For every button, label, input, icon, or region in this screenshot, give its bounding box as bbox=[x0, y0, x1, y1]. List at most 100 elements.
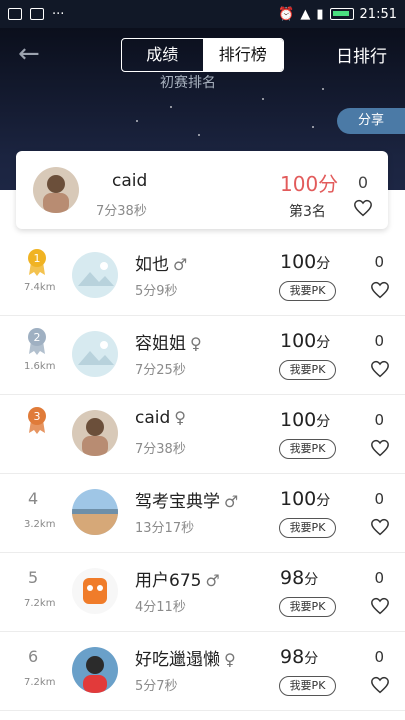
pk-button[interactable]: 我要PK bbox=[279, 281, 336, 301]
heart-icon[interactable] bbox=[353, 199, 373, 217]
player-time: 7分25秒 bbox=[135, 363, 186, 378]
avatar[interactable] bbox=[72, 331, 118, 377]
my-time: 7分38秒 bbox=[96, 204, 147, 219]
svg-text:3: 3 bbox=[34, 410, 41, 423]
avatar[interactable] bbox=[33, 167, 79, 213]
player-time: 5分7秒 bbox=[135, 679, 178, 694]
player-name-text: 容姐姐 bbox=[135, 334, 186, 354]
score-value: 100 bbox=[280, 330, 317, 352]
avatar[interactable] bbox=[72, 489, 118, 535]
silver-medal-icon: 2 bbox=[28, 328, 46, 355]
my-rank: 第3名 bbox=[289, 204, 326, 220]
rank-number: 5 bbox=[28, 568, 39, 587]
ranking-row[interactable]: 5 7.2km 用户675 ♂ 4分11秒 98分 我要PK 0 bbox=[0, 554, 405, 632]
score-unit: 分 bbox=[316, 414, 331, 430]
male-icon: ♂ bbox=[224, 492, 239, 511]
gold-medal-icon: 1 bbox=[28, 249, 46, 276]
pk-button[interactable]: 我要PK bbox=[279, 360, 336, 380]
share-button[interactable]: 分享 bbox=[337, 108, 405, 134]
rank-number: 6 bbox=[28, 647, 39, 666]
gallery-icon bbox=[8, 8, 22, 20]
player-name-text: 好吃邋遢懒 bbox=[135, 650, 220, 670]
shield-icon bbox=[30, 8, 44, 20]
like-count: 0 bbox=[374, 411, 384, 429]
status-time: 21:51 bbox=[359, 6, 397, 22]
bronze-medal-icon: 3 bbox=[28, 407, 46, 434]
my-score: 100分 bbox=[280, 172, 339, 196]
player-name: 容姐姐 ♀ bbox=[135, 329, 202, 354]
player-name: 用户675 ♂ bbox=[135, 566, 220, 591]
player-name-text: 如也 bbox=[135, 255, 169, 275]
player-score: 100分 bbox=[280, 251, 330, 273]
my-like-count: 0 bbox=[357, 173, 368, 192]
player-score: 98分 bbox=[280, 646, 318, 668]
rank-number: 4 bbox=[28, 489, 39, 508]
player-name-text: 用户675 bbox=[135, 571, 202, 591]
wifi-icon: ▲ bbox=[300, 6, 311, 22]
heart-icon[interactable] bbox=[370, 281, 390, 299]
banner-title: 初赛排名 bbox=[160, 75, 216, 91]
avatar[interactable] bbox=[72, 252, 118, 298]
tab-switcher: 成绩 排行榜 bbox=[121, 38, 284, 72]
player-name: 如也 ♂ bbox=[135, 250, 187, 275]
heart-icon[interactable] bbox=[370, 676, 390, 694]
player-name: 好吃邋遢懒 ♀ bbox=[135, 645, 236, 670]
player-name-text: caid bbox=[135, 408, 171, 428]
player-score: 100分 bbox=[280, 330, 330, 352]
avatar[interactable] bbox=[72, 568, 118, 614]
avatar[interactable] bbox=[72, 410, 118, 456]
ranking-row[interactable]: 1 7.4km 如也 ♂ 5分9秒 100分 我要PK 0 bbox=[0, 238, 405, 316]
player-name: caid ♀ bbox=[135, 408, 186, 428]
my-name: caid bbox=[112, 171, 148, 191]
like-count: 0 bbox=[374, 569, 384, 587]
score-value: 100 bbox=[280, 488, 317, 510]
player-score: 98分 bbox=[280, 567, 318, 589]
player-name: 驾考宝典学 ♂ bbox=[135, 487, 238, 512]
score-value: 98 bbox=[280, 646, 305, 668]
distance: 7.2km bbox=[24, 598, 56, 609]
score-unit: 分 bbox=[316, 335, 331, 351]
ranking-row[interactable]: 3 caid ♀ 7分38秒 100分 我要PK 0 bbox=[0, 396, 405, 474]
pk-button[interactable]: 我要PK bbox=[279, 439, 336, 459]
player-score: 100分 bbox=[280, 409, 330, 431]
battery-icon bbox=[329, 8, 354, 20]
score-value: 100 bbox=[280, 409, 317, 431]
svg-text:1: 1 bbox=[34, 252, 41, 265]
score-unit: 分 bbox=[304, 651, 319, 667]
pk-button[interactable]: 我要PK bbox=[279, 676, 336, 696]
female-icon: ♀ bbox=[190, 334, 202, 353]
more-icon: ··· bbox=[52, 6, 65, 22]
male-icon: ♂ bbox=[205, 571, 220, 590]
score-unit: 分 bbox=[316, 256, 331, 272]
player-score: 100分 bbox=[280, 488, 330, 510]
heart-icon[interactable] bbox=[370, 360, 390, 378]
distance: 3.2km bbox=[24, 519, 56, 530]
back-arrow-icon[interactable]: ← bbox=[18, 40, 48, 68]
distance: 1.6km bbox=[24, 361, 56, 372]
signal-icon: ▮ bbox=[316, 6, 324, 22]
tab-leaderboard[interactable]: 排行榜 bbox=[202, 39, 283, 71]
player-time: 13分17秒 bbox=[135, 521, 195, 536]
like-count: 0 bbox=[374, 490, 384, 508]
heart-icon[interactable] bbox=[370, 597, 390, 615]
tab-scores[interactable]: 成绩 bbox=[122, 39, 203, 71]
score-unit: 分 bbox=[304, 572, 319, 588]
heart-icon[interactable] bbox=[370, 439, 390, 457]
pk-button[interactable]: 我要PK bbox=[279, 597, 336, 617]
ranking-row[interactable]: 2 1.6km 容姐姐 ♀ 7分25秒 100分 我要PK 0 bbox=[0, 317, 405, 395]
ranking-row[interactable]: 6 7.2km 好吃邋遢懒 ♀ 5分7秒 98分 我要PK 0 bbox=[0, 633, 405, 711]
player-time: 4分11秒 bbox=[135, 600, 186, 615]
daily-ranking-button[interactable]: 日排行 bbox=[336, 42, 387, 67]
like-count: 0 bbox=[374, 253, 384, 271]
male-icon: ♂ bbox=[173, 255, 188, 274]
alarm-icon: ⏰ bbox=[278, 6, 295, 22]
avatar[interactable] bbox=[72, 647, 118, 693]
svg-text:2: 2 bbox=[34, 331, 41, 344]
ranking-row[interactable]: 4 3.2km 驾考宝典学 ♂ 13分17秒 100分 我要PK 0 bbox=[0, 475, 405, 553]
distance: 7.2km bbox=[24, 677, 56, 688]
score-value: 98 bbox=[280, 567, 305, 589]
pk-button[interactable]: 我要PK bbox=[279, 518, 336, 538]
my-rank-card: caid 7分38秒 100分 第3名 0 bbox=[16, 151, 388, 229]
heart-icon[interactable] bbox=[370, 518, 390, 536]
player-time: 7分38秒 bbox=[135, 442, 186, 457]
